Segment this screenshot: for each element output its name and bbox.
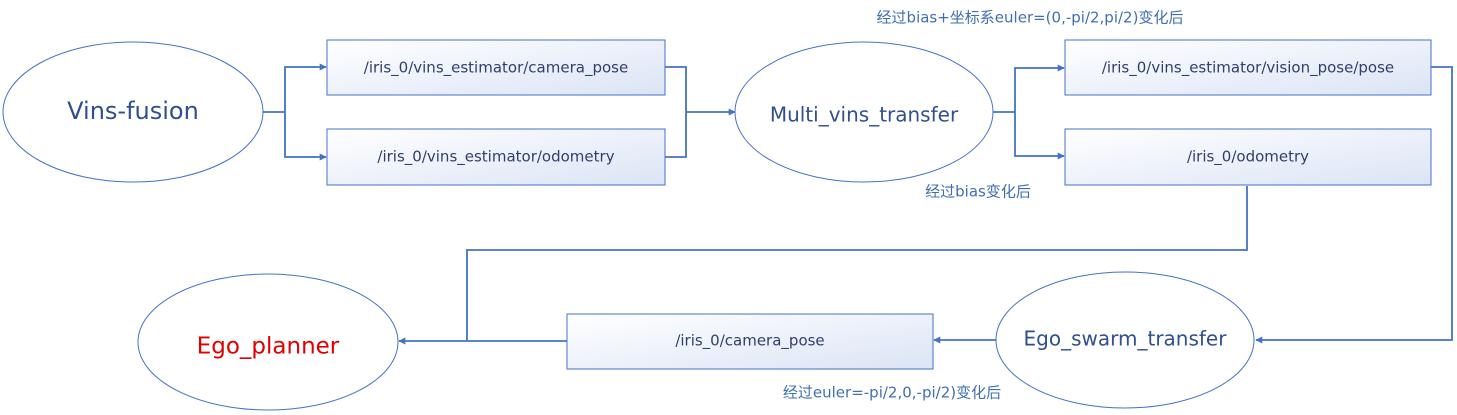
topic-camera-pose-out-label: /iris_0/camera_pose (675, 332, 824, 351)
node-ego-planner-label: Ego_planner (197, 334, 340, 360)
edge-vision-pose-to-ego-swarm (1255, 66, 1453, 344)
topic-box-odometry-in: /iris_0/vins_estimator/odometry (326, 128, 666, 186)
node-ego-swarm-transfer: Ego_swarm_transfer (995, 271, 1255, 409)
topic-box-camera-pose-in: /iris_0/vins_estimator/camera_pose (326, 39, 666, 96)
topic-odometry-in-label: /iris_0/vins_estimator/odometry (377, 148, 614, 167)
topic-camera-pose-in-label: /iris_0/vins_estimator/camera_pose (364, 59, 628, 78)
node-multi-vins-transfer-label: Multi_vins_transfer (770, 103, 959, 127)
edge-multi-to-vision-pose (1014, 64, 1065, 112)
note-euler-only: 经过euler=-pi/2,0,-pi/2)变化后 (783, 384, 1001, 402)
node-ego-swarm-transfer-label: Ego_swarm_transfer (1024, 327, 1228, 351)
edge-camera-pose-merge (665, 66, 687, 112)
node-ego-planner: Ego_planner (137, 273, 399, 411)
node-vins-fusion-label: Vins-fusion (67, 97, 199, 125)
note-bias-only: 经过bias变化后 (925, 183, 1031, 201)
topic-box-camera-pose-out: /iris_0/camera_pose (566, 313, 934, 370)
edge-odometry-merge (665, 112, 687, 158)
flow-diagram: Vins-fusion Multi_vins_transfer Ego_swar… (2, 9, 1453, 411)
topic-odometry-out-label: /iris_0/odometry (1187, 148, 1309, 167)
edge-multi-to-odometry-out (1014, 112, 1065, 160)
edge-vins-to-odometry (284, 112, 327, 161)
node-multi-vins-transfer: Multi_vins_transfer (734, 41, 994, 183)
node-vins-fusion: Vins-fusion (2, 41, 264, 183)
topic-box-odometry-out: /iris_0/odometry (1064, 128, 1432, 186)
topic-box-vision-pose: /iris_0/vins_estimator/vision_pose/pose (1064, 39, 1432, 96)
edge-vins-to-camera-pose (284, 63, 327, 112)
note-bias-euler: 经过bias+坐标系euler=(0,-pi/2,pi/2)变化后 (877, 9, 1184, 27)
topic-vision-pose-label: /iris_0/vins_estimator/vision_pose/pose (1102, 59, 1394, 78)
